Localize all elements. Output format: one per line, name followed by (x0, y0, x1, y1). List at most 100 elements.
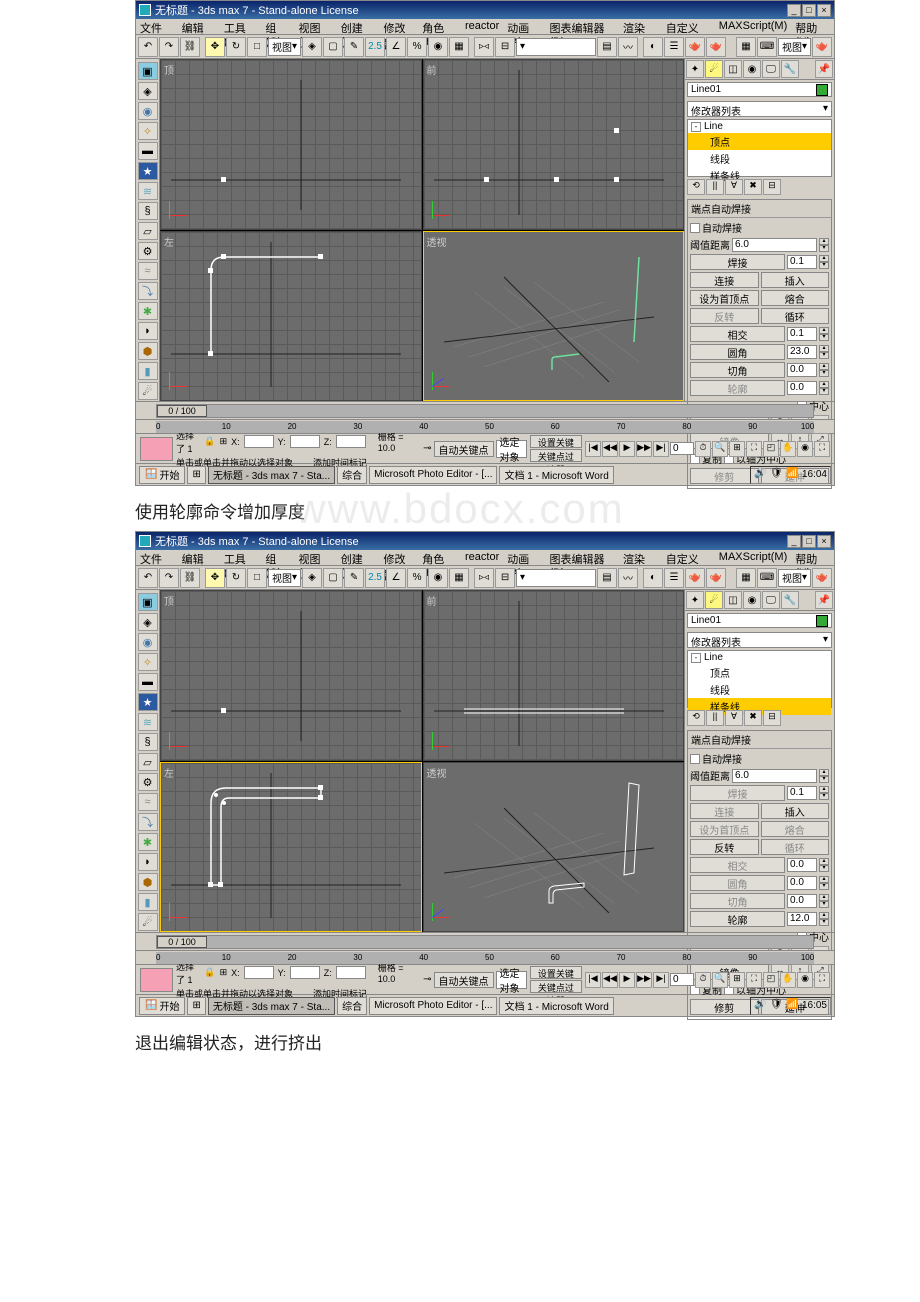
redo-button[interactable]: ↷ (159, 568, 179, 588)
taskbar-item-3dsmax[interactable]: 无标题 - 3ds max 7 - Sta... (208, 997, 335, 1015)
rigid-body-icon[interactable]: ▣ (138, 593, 158, 611)
z-input[interactable] (336, 966, 366, 979)
render-scene-button[interactable]: ☰ (664, 568, 684, 588)
hinge-icon[interactable]: ◗ (138, 322, 158, 340)
snap-2d-button[interactable]: 2.5 (365, 37, 385, 57)
autokey-button[interactable]: 自动关键点 (434, 972, 494, 988)
menu-group[interactable]: 组(G) (261, 550, 294, 565)
weld-button[interactable]: 焊接 (690, 785, 785, 801)
fillet-value[interactable]: 23.0 (787, 345, 817, 359)
select-button[interactable]: ▢ (323, 37, 343, 57)
taskbar-item-word[interactable]: 文档 1 - Microsoft Word (499, 997, 613, 1015)
goto-start-button[interactable]: |◀ (585, 441, 601, 457)
deform-mesh-icon[interactable]: ▬ (138, 142, 158, 160)
view-dropdown[interactable]: 视图 ▾ (778, 569, 811, 587)
prism-icon[interactable]: ▮ (138, 893, 158, 911)
play-button[interactable]: ▶ (619, 441, 635, 457)
cross-value[interactable]: 0.0 (787, 858, 817, 872)
analyze-icon[interactable]: ☄ (138, 913, 158, 931)
key-target-dropdown[interactable]: 选定对象 (496, 440, 527, 458)
object-name-field[interactable]: Line01 (687, 82, 832, 97)
chamfer-button[interactable]: 切角 (690, 893, 785, 909)
align-button[interactable]: ⊟ (495, 37, 515, 57)
select-move-button[interactable]: ✥ (205, 568, 225, 588)
point-icon[interactable]: ⬢ (138, 873, 158, 891)
viewport-top[interactable]: 顶 (160, 590, 422, 761)
taskbar-item-photoeditor[interactable]: Microsoft Photo Editor - [... (369, 466, 497, 484)
pin-stack-button[interactable]: ⟲ (687, 179, 705, 195)
manipulate-button[interactable]: ✎ (344, 37, 364, 57)
weld-button[interactable]: 焊接 (690, 254, 785, 270)
key-target-dropdown[interactable]: 选定对象 (496, 971, 527, 989)
plane-icon[interactable]: ▱ (138, 222, 158, 240)
trim-button[interactable]: 修剪 (690, 999, 759, 1015)
time-config-button[interactable]: ⏱ (695, 441, 711, 457)
percent-snap-button[interactable]: % (407, 568, 427, 588)
center-button[interactable]: ◈ (302, 37, 322, 57)
viewport-left[interactable]: 左 (160, 762, 422, 933)
current-frame-input[interactable]: 0 (670, 442, 694, 455)
fillet-value[interactable]: 0.0 (787, 876, 817, 890)
timeline-ruler[interactable]: 0102030405060708090100 (136, 419, 834, 433)
insert-button[interactable]: 插入 (761, 272, 830, 288)
mirror-button[interactable]: ▹◃ (474, 568, 494, 588)
water-icon[interactable]: ≋ (138, 182, 158, 200)
redo-button[interactable]: ↷ (159, 37, 179, 57)
remove-mod-button[interactable]: ✖ (744, 179, 762, 195)
chamfer-button[interactable]: 切角 (690, 362, 785, 378)
fracture-icon[interactable]: ✱ (138, 302, 158, 320)
schematic-button[interactable]: ▦ (736, 568, 756, 588)
menu-group[interactable]: 组(G) (261, 19, 294, 34)
menu-file[interactable]: 文件(F) (136, 550, 178, 565)
quick-render-button[interactable]: 🫖 (685, 37, 705, 57)
trim-button[interactable]: 修剪 (690, 468, 759, 484)
tray-icon[interactable]: 🛡 (770, 999, 784, 1013)
time-slider[interactable]: 0 / 100 (156, 404, 814, 418)
pin-stack-button[interactable]: ⟲ (687, 710, 705, 726)
rigid-body-icon[interactable]: ▣ (138, 62, 158, 80)
undo-button[interactable]: ↶ (138, 37, 158, 57)
scale-button[interactable]: □ (247, 568, 267, 588)
create-tab[interactable]: ✦ (686, 591, 704, 609)
outline-value[interactable]: 0.0 (787, 381, 817, 395)
chamfer-value[interactable]: 0.0 (787, 894, 817, 908)
menu-create[interactable]: 创建(C) (337, 19, 380, 34)
modifier-stack[interactable]: -Line 顶点 线段 样条线 (687, 650, 832, 708)
cross-button[interactable]: 相交 (690, 857, 785, 873)
stack-item-line[interactable]: Line (704, 121, 723, 132)
menu-character[interactable]: 角色(H) (418, 550, 461, 565)
zoom-ext-button[interactable]: ⛶ (746, 972, 762, 988)
menu-views[interactable]: 视图(V) (295, 19, 337, 34)
close-button[interactable]: × (817, 4, 831, 17)
snap-2d-button[interactable]: 2.5 (365, 568, 385, 588)
zoom-ext-button[interactable]: ⛶ (746, 441, 762, 457)
y-input[interactable] (290, 435, 320, 448)
menu-maxscript[interactable]: MAXScript(M) (715, 550, 791, 565)
current-frame-input[interactable]: 0 (670, 973, 694, 986)
tray-icon[interactable]: 🔊 (754, 468, 768, 482)
rope-icon[interactable]: ✧ (138, 122, 158, 140)
ref-coord-dropdown[interactable]: 视图 ▾ (268, 569, 301, 587)
ragdoll-icon[interactable]: ★ (138, 162, 158, 180)
show-result-button[interactable]: || (706, 710, 724, 726)
motion-tab[interactable]: ◉ (743, 60, 761, 78)
y-input[interactable] (290, 966, 320, 979)
stack-sub-segment[interactable]: 线段 (688, 150, 831, 167)
viewport-perspective[interactable]: 透视 (423, 231, 685, 402)
menu-graph[interactable]: 图表编辑器(D) (545, 550, 619, 565)
menu-modifiers[interactable]: 修改器 (379, 550, 418, 565)
named-selection-dropdown[interactable]: ▾ (516, 569, 596, 587)
menu-animation[interactable]: 动画(A) (503, 550, 545, 565)
util-tab[interactable]: 🔧 (781, 60, 799, 78)
fillet-button[interactable]: 圆角 (690, 875, 785, 891)
viewport-left[interactable]: 左 (160, 231, 422, 402)
pan-button[interactable]: ✋ (780, 441, 796, 457)
outline-button[interactable]: 轮廓 (690, 380, 785, 396)
motor-icon[interactable]: ⚙ (138, 242, 158, 260)
viewport-perspective[interactable]: 透视 (423, 762, 685, 933)
object-color-swatch[interactable] (816, 615, 828, 627)
water-icon[interactable]: ≋ (138, 713, 158, 731)
listener-button[interactable]: ⌨ (757, 568, 777, 588)
threshold-input[interactable]: 6.0 (732, 769, 817, 783)
taskbar-item-photoeditor[interactable]: Microsoft Photo Editor - [... (369, 997, 497, 1015)
